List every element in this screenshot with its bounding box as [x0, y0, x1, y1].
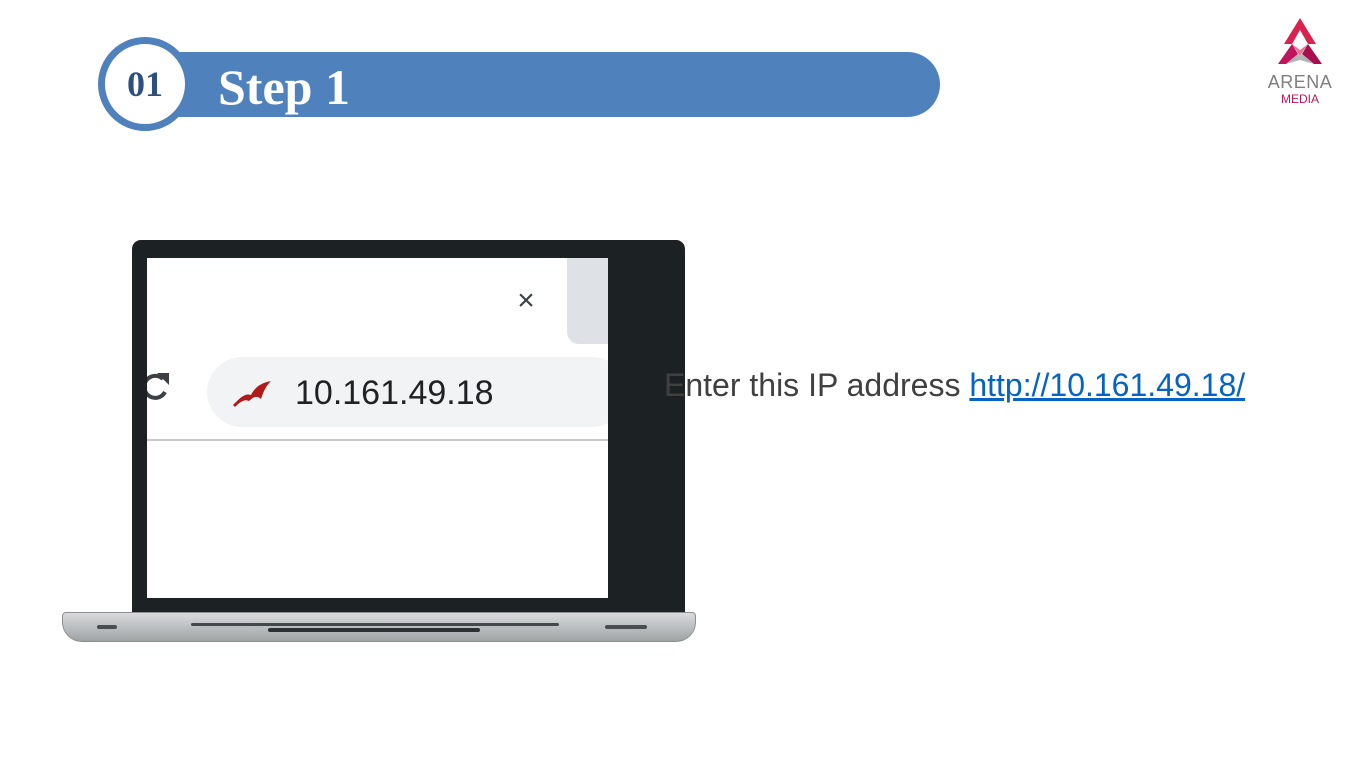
address-text: 10.161.49.18 — [295, 374, 494, 412]
logo-sub-text: MEDIA — [1280, 92, 1319, 106]
site-favicon-icon — [233, 381, 271, 407]
laptop-illustration: × 10.161.49.18 — [62, 240, 696, 646]
address-bar[interactable]: 10.161.49.18 — [207, 357, 608, 427]
ip-address-link[interactable]: http://10.161.49.18/ — [969, 367, 1245, 403]
instruction-label: Enter this IP address — [664, 367, 970, 403]
instruction-text: Enter this IP address http://10.161.49.1… — [664, 363, 1245, 407]
laptop-base — [62, 612, 696, 642]
base-groove — [191, 623, 559, 626]
close-icon[interactable]: × — [509, 284, 543, 318]
step-number-badge: 01 — [98, 37, 192, 131]
logo-brand-text: ARENA — [1267, 72, 1333, 92]
base-slot-right — [605, 625, 647, 629]
step-number: 01 — [127, 64, 163, 104]
arena-media-logo-icon — [1278, 18, 1322, 64]
toolbar-divider — [147, 439, 608, 441]
arena-media-logo: ARENA MEDIA — [1262, 16, 1338, 108]
step-title: Step 1 — [218, 59, 350, 115]
browser-tab-edge — [567, 258, 608, 344]
base-slot-left — [97, 625, 117, 629]
browser-screenshot: × 10.161.49.18 — [147, 258, 608, 598]
base-groove-lower — [268, 628, 480, 632]
reload-icon[interactable] — [147, 370, 171, 404]
